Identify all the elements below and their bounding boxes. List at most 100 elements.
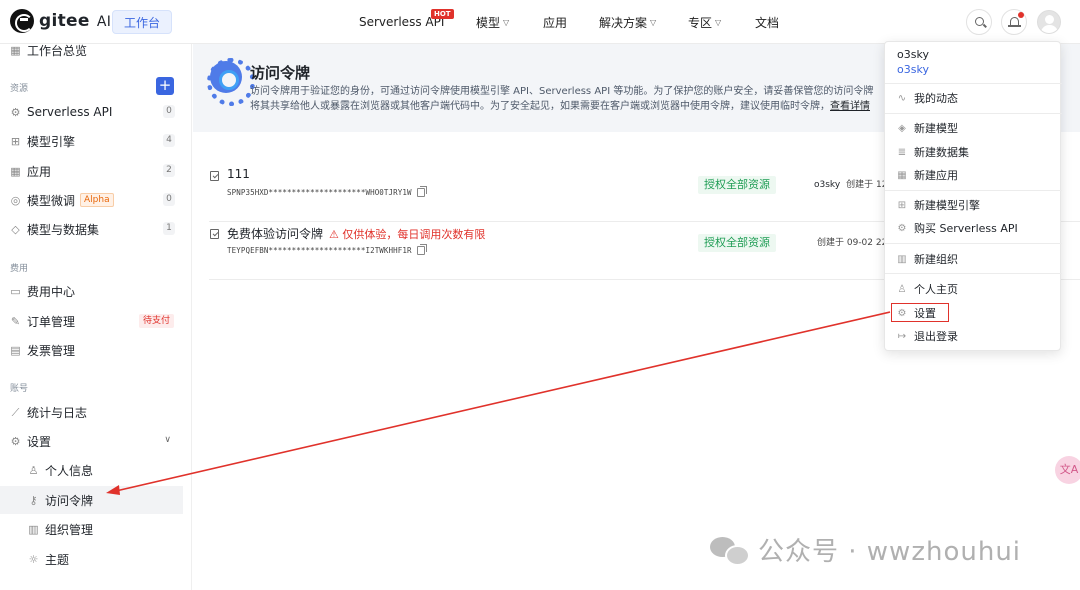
user-icon: ♙ — [897, 283, 907, 295]
bell-icon — [1008, 17, 1021, 27]
count-badge: 0 — [163, 105, 175, 118]
count-badge: 0 — [163, 193, 175, 206]
finetune-icon: ◎ — [10, 193, 21, 207]
sidebar-item-invoices[interactable]: ▤ 发票管理 — [0, 336, 183, 364]
sidebar-item-billing-center[interactable]: ▭ 费用中心 — [0, 277, 183, 305]
token-meta: o3sky 创建于 12- — [814, 180, 891, 190]
menu-item-homepage[interactable]: ♙ 个人主页 — [897, 279, 1052, 299]
view-details-link[interactable]: 查看详情 — [830, 101, 870, 112]
divider — [885, 113, 1062, 114]
theme-icon: ☼ — [28, 552, 39, 566]
database-icon: ≣ — [897, 146, 907, 158]
sidebar-item-apps[interactable]: ▦ 应用 2 — [0, 157, 183, 185]
token-icon — [210, 171, 219, 181]
nav-models[interactable]: 模型 ▽ — [476, 0, 509, 44]
wechat-icon — [710, 535, 750, 566]
copy-icon[interactable] — [416, 244, 427, 255]
section-billing: 费用 — [10, 264, 29, 274]
chart-icon: ⟋ — [11, 405, 20, 419]
key-icon: ⚷ — [29, 493, 38, 507]
chevron-down-icon: ∨ — [164, 435, 171, 445]
chevron-down-icon: ▽ — [650, 17, 657, 27]
notifications-button[interactable] — [1001, 9, 1027, 35]
workbench-button[interactable]: 工作台 — [112, 10, 173, 34]
sidebar-item-stats-logs[interactable]: ⟋ 统计与日志 — [0, 398, 183, 426]
sidebar-item-finetune[interactable]: ◎ 模型微调 Alpha 0 — [0, 186, 183, 214]
token-key: TEYPQEFBN*********************I2TWKHHF1R — [227, 244, 427, 255]
nav-apps[interactable]: 应用 — [543, 0, 567, 44]
menu-item-new-model[interactable]: ◈ 新建模型 — [897, 118, 1052, 138]
sidebar-item-settings[interactable]: ⚙ 设置 ∨ — [0, 427, 183, 455]
gear-icon — [207, 58, 255, 106]
grid-icon: ▦ — [10, 43, 21, 57]
count-badge: 1 — [163, 222, 175, 235]
translate-icon[interactable]: 文A — [1055, 456, 1080, 484]
order-icon: ✎ — [10, 314, 21, 328]
count-badge: 2 — [163, 164, 175, 177]
trial-warning: ⚠ 仅供体验，每日调用次数有限 — [329, 228, 486, 241]
menu-item-new-app[interactable]: ▦ 新建应用 — [897, 165, 1052, 185]
token-name: 111 — [227, 167, 250, 181]
gitee-ai-logo[interactable]: gitee AI — [10, 9, 111, 33]
divider — [885, 273, 1062, 274]
api-icon: ⚙ — [10, 105, 21, 119]
org-icon: ▥ — [28, 522, 39, 536]
apps-icon: ▦ — [10, 164, 21, 178]
settings-icon: ⚙ — [10, 434, 21, 448]
count-badge: 4 — [163, 134, 175, 147]
logout-icon: ↦ — [897, 330, 907, 342]
menu-item-buy-serverless[interactable]: ⚙ 购买 Serverless API — [897, 218, 1052, 238]
sidebar-item-model-engine[interactable]: ⊞ 模型引擎 4 — [0, 127, 183, 155]
divider — [885, 83, 1062, 84]
token-name: 免费体验访问令牌 ⚠ 仅供体验，每日调用次数有限 — [227, 227, 486, 241]
sidebar-item-theme[interactable]: ☼ 主题 — [0, 545, 183, 573]
sidebar-item-models-datasets[interactable]: ◇ 模型与数据集 1 — [0, 215, 183, 243]
sidebar-item-orders[interactable]: ✎ 订单管理 待支付 — [0, 307, 183, 335]
pending-payment-badge: 待支付 — [138, 314, 174, 328]
engine-icon: ⊞ — [897, 199, 907, 211]
sidebar-item-access-tokens[interactable]: ⚷ 访问令牌 — [0, 486, 183, 514]
gitee-logo-icon — [10, 9, 34, 33]
search-button[interactable] — [966, 9, 992, 35]
section-account: 账号 — [10, 384, 29, 394]
sidebar-item-profile[interactable]: ♙ 个人信息 — [0, 456, 183, 484]
section-resources: 资源 — [10, 84, 29, 94]
chevron-down-icon: ▽ — [503, 17, 510, 27]
scope-badge: 授权全部资源 — [698, 176, 776, 194]
add-resource-button[interactable]: + — [156, 77, 174, 95]
notification-dot — [1018, 12, 1024, 18]
copy-icon[interactable] — [416, 186, 427, 197]
user-handle: o3sky — [897, 63, 929, 76]
token-meta: 创建于 09-02 22 — [817, 238, 888, 248]
user-name: o3sky — [897, 48, 929, 61]
menu-item-logout[interactable]: ↦ 退出登录 — [897, 326, 1052, 346]
annotation-highlight-box — [891, 303, 949, 322]
watermark: 公众号 · wwzhouhui — [710, 531, 1021, 568]
alpha-badge: Alpha — [80, 193, 114, 207]
page-title: 访问令牌 — [250, 64, 311, 82]
search-icon — [975, 17, 984, 26]
token-icon — [210, 229, 219, 239]
cube-icon: ◈ — [898, 122, 906, 134]
sidebar-item-org-management[interactable]: ▥ 组织管理 — [0, 515, 183, 543]
user-avatar[interactable] — [1037, 10, 1061, 34]
user-icon: ♙ — [28, 463, 39, 477]
scope-badge: 授权全部资源 — [698, 234, 776, 252]
divider — [885, 190, 1062, 191]
menu-item-new-org[interactable]: ▥ 新建组织 — [897, 249, 1052, 269]
watermark-text: 公众号 · wwzhouhui — [758, 537, 1022, 567]
nav-docs[interactable]: 文档 — [755, 0, 779, 44]
dataset-icon: ◇ — [11, 222, 20, 236]
nav-solutions[interactable]: 解决方案 ▽ — [599, 0, 656, 44]
sidebar-item-serverless-api[interactable]: ⚙ Serverless API 0 — [0, 98, 183, 126]
sidebar: ▦ 工作台总览 资源 + ⚙ Serverless API 0 ⊞ 模型引擎 4 ▦ 应… — [0, 44, 192, 590]
wallet-icon: ▭ — [10, 284, 21, 298]
org-icon: ▥ — [897, 253, 907, 265]
menu-item-new-engine[interactable]: ⊞ 新建模型引擎 — [897, 195, 1052, 215]
sidebar-item-overview[interactable]: ▦ 工作台总览 — [0, 36, 183, 64]
nav-zones[interactable]: 专区 ▽ — [688, 0, 721, 44]
menu-item-new-dataset[interactable]: ≣ 新建数据集 — [897, 142, 1052, 162]
nav-serverless-api[interactable]: Serverless API — [359, 0, 444, 44]
divider — [885, 243, 1062, 244]
menu-item-activity[interactable]: ∿ 我的动态 — [897, 88, 1052, 108]
